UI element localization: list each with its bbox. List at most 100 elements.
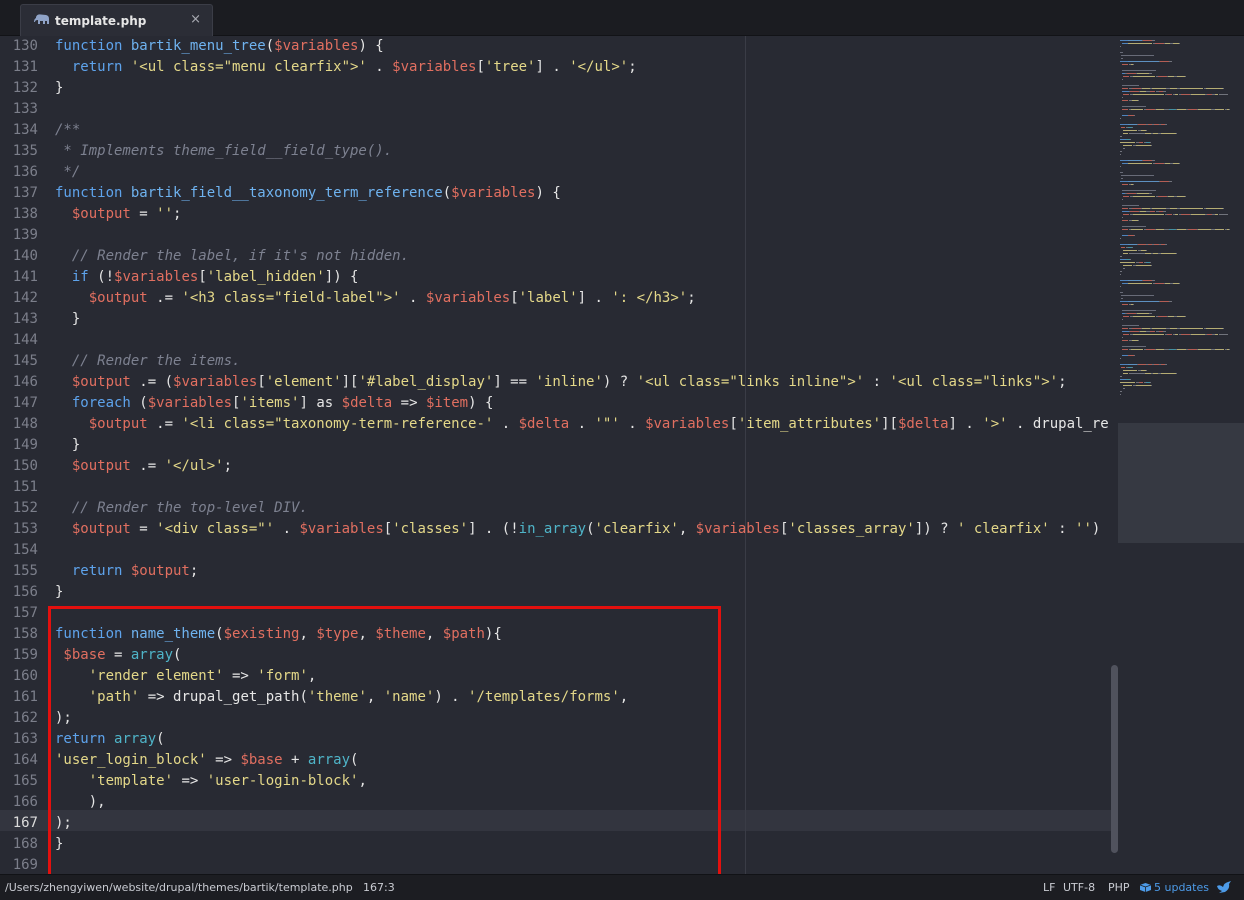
code-line[interactable]: 153 $output = '<div class="' . $variable… bbox=[0, 519, 1116, 540]
tab-template-php[interactable]: template.php × bbox=[20, 4, 213, 36]
minimap-stroke bbox=[1146, 130, 1147, 131]
line-source: // Render the top-level DIV. bbox=[55, 498, 308, 519]
line-number: 165 bbox=[12, 773, 38, 789]
minimap-stroke bbox=[1120, 274, 1121, 275]
code-line[interactable]: 151 bbox=[0, 477, 1116, 498]
code-line[interactable]: 140 // Render the label, if it's not hid… bbox=[0, 246, 1116, 267]
minimap-viewport[interactable] bbox=[1118, 423, 1244, 543]
minimap-stroke bbox=[1215, 214, 1218, 215]
code-line[interactable]: 152 // Render the top-level DIV. bbox=[0, 498, 1116, 519]
minimap-stroke bbox=[1121, 175, 1154, 176]
code-line[interactable]: 138 $output = ''; bbox=[0, 204, 1116, 225]
minimap-stroke bbox=[1185, 196, 1186, 197]
code-area[interactable]: 130 function bartik_menu_tree($variables)… bbox=[0, 36, 1116, 874]
line-number: 152 bbox=[12, 500, 38, 516]
code-line[interactable]: 156} bbox=[0, 582, 1116, 603]
code-token: } bbox=[55, 311, 81, 327]
code-line[interactable]: 130 function bartik_menu_tree($variables)… bbox=[0, 36, 1116, 57]
minimap-stroke bbox=[1185, 76, 1186, 77]
minimap-stroke bbox=[1175, 94, 1178, 95]
minimap-stroke bbox=[1120, 61, 1128, 62]
code-line[interactable]: 146 $output .= ($variables['element']['#… bbox=[0, 372, 1116, 393]
minimap-stroke bbox=[1181, 94, 1190, 95]
code-token: ) { bbox=[358, 38, 384, 54]
code-line[interactable]: 132} bbox=[0, 78, 1116, 99]
minimap-stroke bbox=[1120, 160, 1128, 161]
code-token: 'element' bbox=[265, 374, 342, 390]
code-line[interactable]: 134 /** bbox=[0, 120, 1116, 141]
minimap-stroke bbox=[1138, 244, 1146, 245]
minimap-stroke bbox=[1129, 253, 1145, 254]
minimap-stroke bbox=[1122, 340, 1128, 341]
minimap-stroke bbox=[1160, 181, 1169, 182]
code-token: $variables bbox=[114, 269, 199, 285]
code-line[interactable]: 144 bbox=[0, 330, 1116, 351]
minimap-stroke bbox=[1122, 109, 1128, 110]
code-line[interactable]: 135 * Implements theme_field__field_type… bbox=[0, 141, 1116, 162]
code-token: .= bbox=[147, 290, 182, 306]
minimap-stroke bbox=[1191, 334, 1205, 335]
code-token: $variables bbox=[451, 185, 536, 201]
minimap-stroke bbox=[1122, 226, 1146, 227]
code-line[interactable]: 133 bbox=[0, 99, 1116, 120]
minimap-stroke bbox=[1122, 100, 1128, 101]
code-line[interactable]: 139 bbox=[0, 225, 1116, 246]
code-token: return bbox=[55, 563, 131, 579]
close-icon[interactable]: × bbox=[190, 12, 201, 27]
editor[interactable]: 130 function bartik_menu_tree($variables)… bbox=[0, 36, 1244, 874]
code-line[interactable]: 148 $output .= '<li class="taxonomy-term… bbox=[0, 414, 1116, 435]
minimap-stroke bbox=[1158, 76, 1167, 77]
code-line[interactable]: 141 if (!$variables['label_hidden']) { bbox=[0, 267, 1116, 288]
code-line[interactable]: 147 foreach ($variables['items'] as $del… bbox=[0, 393, 1116, 414]
minimap-stroke bbox=[1122, 229, 1128, 230]
minimap-stroke bbox=[1120, 244, 1128, 245]
code-line[interactable]: 150 $output .= '</ul>'; bbox=[0, 456, 1116, 477]
code-line[interactable]: 142 $output .= '<h3 class="field-label">… bbox=[0, 288, 1116, 309]
minimap-stroke bbox=[1223, 88, 1224, 89]
minimap[interactable] bbox=[1118, 36, 1244, 874]
line-number: 162 bbox=[12, 710, 38, 726]
minimap-stroke bbox=[1188, 109, 1197, 110]
status-line-ending[interactable]: LF bbox=[1043, 881, 1055, 894]
minimap-stroke bbox=[1206, 208, 1223, 209]
status-grammar[interactable]: PHP bbox=[1108, 881, 1130, 894]
code-token: '<ul class="links inline">' bbox=[636, 374, 865, 390]
line-source: foreach ($variables['items'] as $delta =… bbox=[55, 393, 494, 414]
minimap-stroke bbox=[1120, 136, 1122, 137]
code-line[interactable]: 136 */ bbox=[0, 162, 1116, 183]
minimap-stroke bbox=[1177, 229, 1186, 230]
code-line[interactable]: 149 } bbox=[0, 435, 1116, 456]
minimap-stroke bbox=[1185, 316, 1186, 317]
code-token: : bbox=[1049, 521, 1076, 537]
line-number: 145 bbox=[12, 353, 38, 369]
code-token: $output bbox=[55, 290, 148, 306]
status-cursor-position[interactable]: 167:3 bbox=[363, 881, 395, 894]
code-line[interactable]: 143 } bbox=[0, 309, 1116, 330]
code-token: .= ( bbox=[130, 374, 174, 390]
code-token: in_array bbox=[518, 521, 587, 537]
line-source: return $output; bbox=[55, 561, 198, 582]
minimap-stroke bbox=[1188, 229, 1197, 230]
tab-title: template.php bbox=[55, 14, 147, 28]
code-line[interactable]: 145 // Render the items. bbox=[0, 351, 1116, 372]
status-file-path[interactable]: /Users/zhengyiwen/website/drupal/themes/… bbox=[5, 881, 353, 894]
minimap-stroke bbox=[1152, 160, 1155, 161]
bird-icon[interactable] bbox=[1216, 880, 1232, 894]
minimap-stroke bbox=[1129, 373, 1145, 374]
line-source: */ bbox=[55, 162, 80, 183]
minimap-stroke bbox=[1180, 208, 1203, 209]
code-line[interactable]: 154 bbox=[0, 540, 1116, 561]
code-line[interactable]: 137 function bartik_field__taxonomy_term_… bbox=[0, 183, 1116, 204]
code-token: ( bbox=[265, 38, 275, 54]
minimap-stroke bbox=[1165, 244, 1167, 245]
line-number: 163 bbox=[12, 731, 38, 747]
minimap-stroke bbox=[1152, 40, 1155, 41]
vertical-scrollbar[interactable] bbox=[1111, 665, 1118, 853]
code-line[interactable]: 131 return '<ul class="menu clearfix">' … bbox=[0, 57, 1116, 78]
status-encoding[interactable]: UTF-8 bbox=[1063, 881, 1095, 894]
minimap-stroke bbox=[1120, 391, 1122, 392]
code-line[interactable]: 155 return $output; bbox=[0, 561, 1116, 582]
minimap-stroke bbox=[1142, 328, 1150, 329]
minimap-stroke bbox=[1165, 364, 1167, 365]
minimap-stroke bbox=[1179, 163, 1180, 164]
